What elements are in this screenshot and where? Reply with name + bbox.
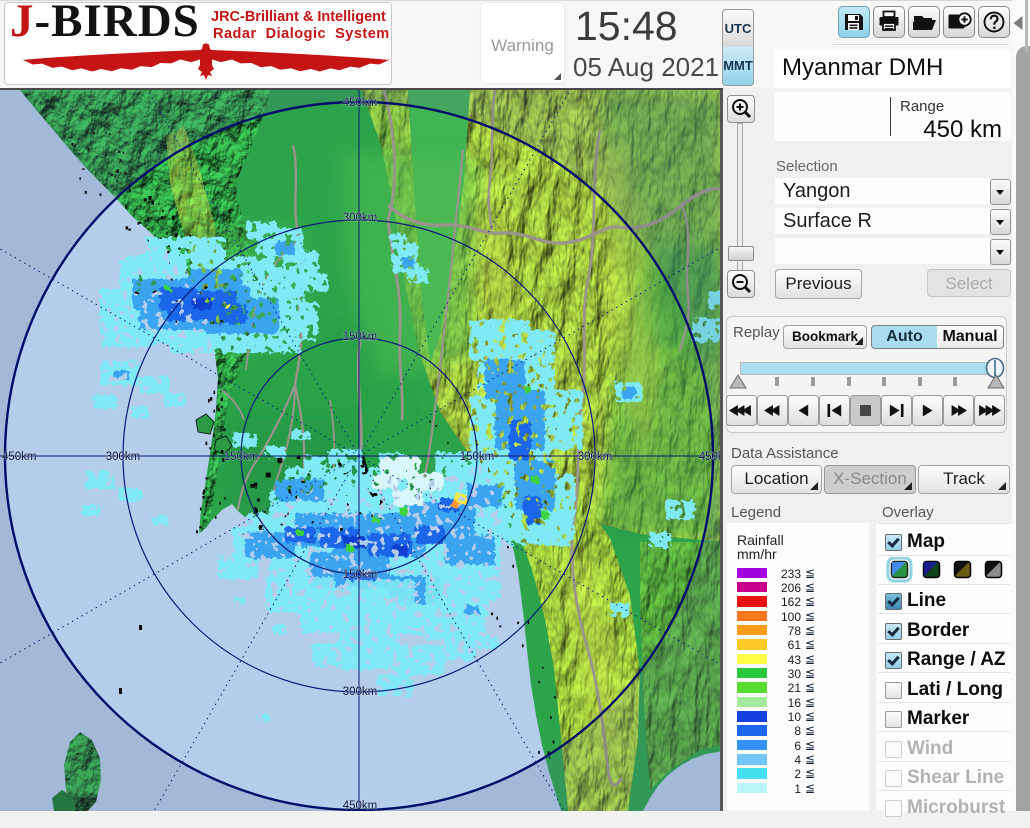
svg-text:450km: 450km <box>343 97 378 109</box>
svg-text:300km: 300km <box>578 451 613 463</box>
svg-text:450km: 450km <box>2 451 37 463</box>
svg-text:300km: 300km <box>106 451 141 463</box>
svg-text:450km: 450km <box>699 451 723 463</box>
svg-text:150km: 150km <box>343 569 378 581</box>
svg-text:300km: 300km <box>343 212 378 224</box>
svg-text:150km: 150km <box>460 451 495 463</box>
svg-text:150km: 150km <box>224 451 259 463</box>
svg-text:150km: 150km <box>343 331 378 343</box>
svg-text:300km: 300km <box>343 686 378 698</box>
svg-text:450km: 450km <box>343 800 378 811</box>
